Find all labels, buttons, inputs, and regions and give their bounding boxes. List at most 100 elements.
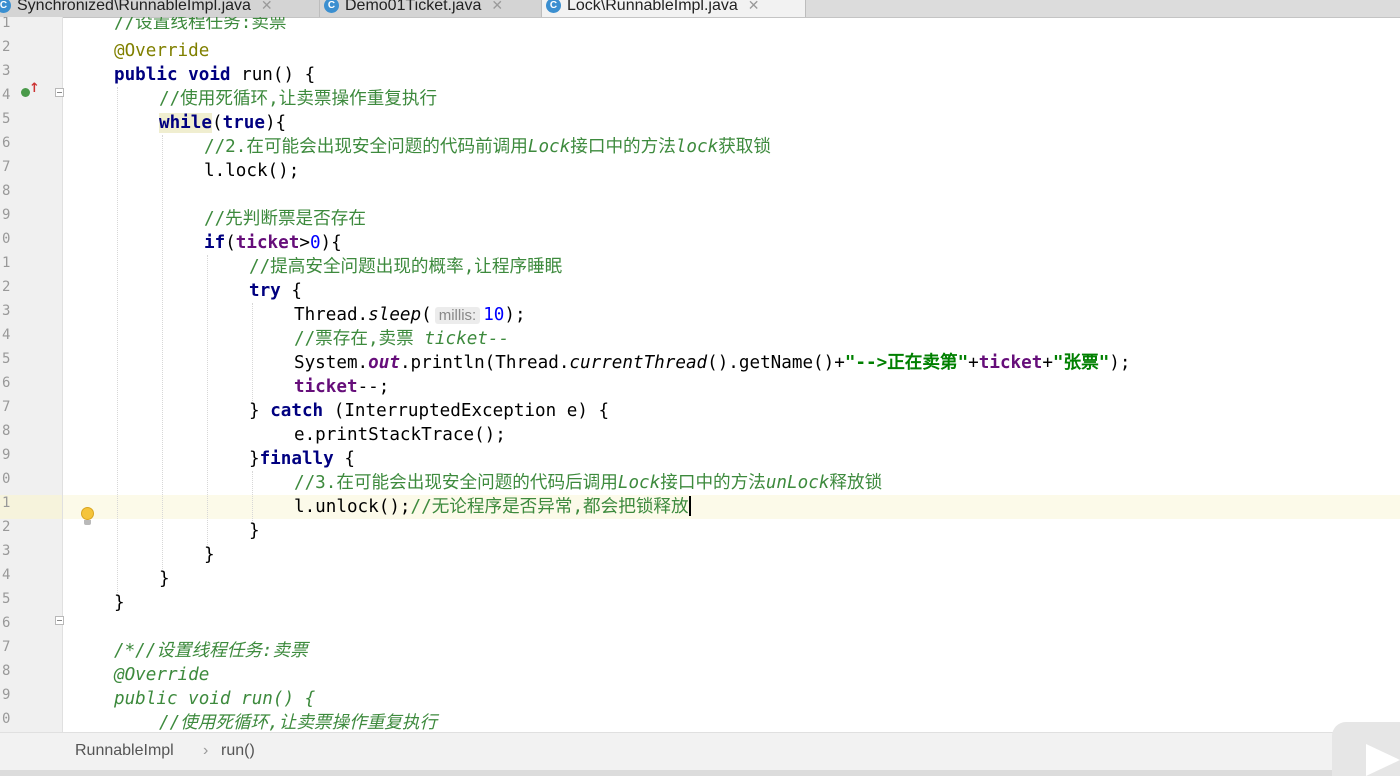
code-line[interactable]: }: [204, 543, 215, 567]
code-line[interactable]: while(true){: [159, 111, 286, 135]
tab-demo01ticket[interactable]: C Demo01Ticket.java ✕: [320, 0, 542, 17]
static-method: sleep: [368, 305, 422, 325]
field-ref: ticket: [294, 377, 358, 397]
code-line[interactable]: if(ticket>0){: [204, 231, 342, 255]
line-number: 1: [2, 495, 11, 511]
code-line[interactable]: @Override: [114, 663, 209, 687]
string-literal: "-->正在卖第": [844, 353, 969, 373]
line-number: 2: [2, 279, 11, 295]
code-text: }: [249, 401, 271, 421]
breadcrumb-separator: ›: [203, 742, 209, 759]
line-number: 7: [2, 639, 11, 655]
close-icon[interactable]: ✕: [748, 0, 760, 14]
code-text: l.unlock();: [294, 497, 411, 517]
line-number: 7: [2, 399, 11, 415]
line-number: 0: [2, 231, 11, 247]
line-number: 3: [2, 543, 11, 559]
code-line[interactable]: Thread.sleep(millis: 10);: [294, 303, 526, 327]
line-number: 7: [2, 159, 11, 175]
code-line[interactable]: //3.在可能会出现安全问题的代码后调用Lock接口中的方法unLock释放锁: [294, 471, 882, 495]
code-line[interactable]: //使用死循环,让卖票操作重复执行: [159, 711, 437, 732]
editor-tab-bar: C Synchronized\RunnableImpl.java ✕ C Dem…: [0, 0, 1400, 18]
static-method: currentThread: [569, 353, 708, 373]
comment-text: //无论程序是否异常,都会把锁释放: [410, 497, 689, 517]
tab-label: Lock\RunnableImpl.java: [567, 0, 738, 14]
override-arrow-icon[interactable]: ↑: [29, 81, 40, 96]
tab-lock-runnableimpl[interactable]: C Lock\RunnableImpl.java ✕: [542, 0, 806, 17]
code-line[interactable]: }: [114, 591, 125, 615]
line-number: 9: [2, 687, 11, 703]
comment-text: 释放锁: [829, 473, 883, 493]
code-text: System.: [294, 353, 369, 373]
line-number: 6: [2, 135, 11, 151]
keyword: finally: [259, 449, 334, 469]
code-line[interactable]: /*//设置线程任务:卖票: [114, 639, 308, 663]
number-literal: 0: [309, 233, 321, 253]
close-icon[interactable]: ✕: [491, 0, 503, 14]
breadcrumb-class[interactable]: RunnableImpl: [75, 742, 174, 760]
code-text: Thread.: [294, 305, 369, 325]
line-number: 8: [2, 423, 11, 439]
code-line[interactable]: System.out.println(Thread.currentThread(…: [294, 351, 1130, 375]
breadcrumb-method[interactable]: run(): [221, 742, 255, 760]
code-line[interactable]: ticket--;: [294, 375, 389, 399]
line-number: 9: [2, 207, 11, 223]
code-line[interactable]: }: [159, 567, 170, 591]
code-line[interactable]: e.printStackTrace();: [294, 423, 506, 447]
field-ref: ticket: [978, 353, 1043, 373]
tab-synchronized-runnableimpl[interactable]: C Synchronized\RunnableImpl.java ✕: [0, 0, 320, 17]
keyword: public: [114, 65, 178, 85]
line-number: 3: [2, 63, 11, 79]
keyword: catch: [270, 401, 324, 421]
code-line[interactable]: l.lock();: [204, 159, 299, 183]
code-line[interactable]: public void run() {: [114, 63, 315, 87]
code-line[interactable]: //设置线程任务:卖票: [114, 17, 287, 35]
comment-text: //2.在可能会出现安全问题的代码前调用: [204, 137, 528, 157]
code-line-current[interactable]: l.unlock();//无论程序是否异常,都会把锁释放: [294, 495, 691, 519]
java-class-icon: C: [546, 0, 561, 13]
code-line[interactable]: //提高安全问题出现的概率,让程序睡眠: [249, 255, 562, 279]
indent-guide: [252, 471, 253, 525]
text-caret: [688, 496, 691, 516]
line-number: 3: [2, 303, 11, 319]
line-number: 2: [2, 39, 11, 55]
code-text: {: [333, 449, 355, 469]
code-line[interactable]: try {: [249, 279, 302, 303]
keyword: if: [204, 233, 226, 253]
comment-text: 接口中的方法: [660, 473, 766, 493]
field-ref: ticket: [235, 233, 300, 253]
line-number: 4: [2, 567, 11, 583]
parameter-hint: millis:: [434, 307, 481, 324]
code-text: ().getName()+: [707, 353, 845, 373]
lightbulb-icon[interactable]: [81, 507, 94, 520]
video-play-icon[interactable]: [1332, 722, 1400, 776]
code-editor[interactable]: ↑ 1 2 3 4 5 6 7 8 9 0 1 2 3 4 5 6 7 8 9 …: [0, 17, 1400, 732]
indent-guide: [117, 87, 118, 597]
code-line[interactable]: //使用死循环,让卖票操作重复执行: [159, 87, 437, 111]
fold-marker-icon[interactable]: [55, 88, 64, 97]
code-line[interactable]: public void run() {: [114, 687, 315, 711]
code-line[interactable]: //2.在可能会出现安全问题的代码前调用Lock接口中的方法lock获取锁: [204, 135, 771, 159]
line-number: 8: [2, 663, 11, 679]
code-text: +: [1042, 353, 1053, 373]
line-number: 1: [2, 255, 11, 271]
code-line[interactable]: } catch (InterruptedException e) {: [249, 399, 609, 423]
code-text: +: [968, 353, 979, 373]
indent-guide: [207, 255, 208, 549]
number-literal: 10: [483, 305, 505, 325]
code-line[interactable]: }finally {: [249, 447, 355, 471]
code-line[interactable]: @Override: [114, 39, 209, 63]
fold-marker-icon[interactable]: [55, 616, 64, 625]
comment-text: 获取锁: [718, 137, 771, 157]
comment-text: //票存在,卖票: [294, 329, 425, 349]
line-number: 2: [2, 519, 11, 535]
line-number: 8: [2, 183, 11, 199]
line-number: 9: [2, 447, 11, 463]
code-line[interactable]: //票存在,卖票 ticket--: [294, 327, 509, 351]
close-icon[interactable]: ✕: [261, 0, 273, 14]
comment-text: //3.在可能会出现安全问题的代码后调用: [294, 473, 618, 493]
keyword: true: [222, 113, 265, 133]
code-line[interactable]: //先判断票是否存在: [204, 207, 366, 231]
code-line[interactable]: }: [249, 519, 260, 543]
line-number: 6: [2, 615, 11, 631]
